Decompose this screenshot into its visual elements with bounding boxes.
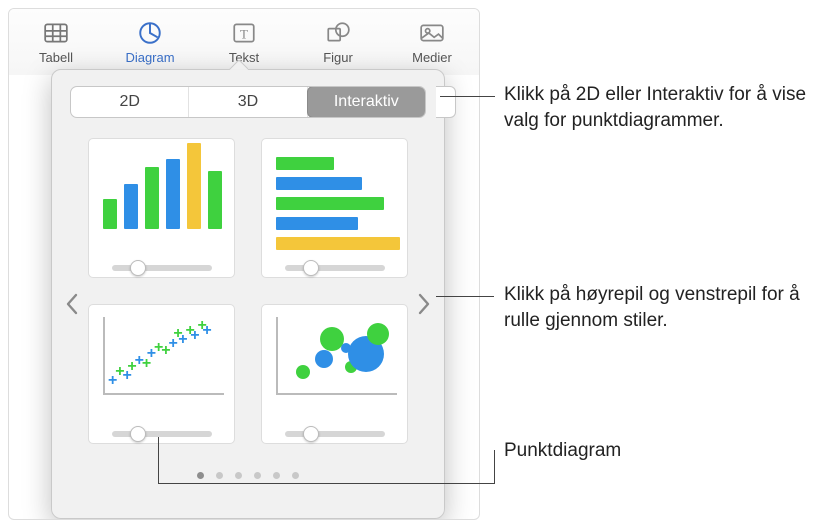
page-dot[interactable]: [235, 472, 242, 479]
toolbar-label: Medier: [412, 50, 452, 65]
toolbar-item-shape[interactable]: Figur: [299, 20, 377, 65]
svg-text:T: T: [240, 26, 248, 41]
toolbar-item-table[interactable]: Tabell: [17, 20, 95, 65]
text-icon: T: [231, 20, 257, 46]
page-dot[interactable]: [292, 472, 299, 479]
scatter-chart-preview: ++++++++++++++++: [89, 305, 234, 425]
toolbar-label: Diagram: [125, 50, 174, 65]
chart-type-segmented: 2D 3D Interaktiv: [70, 86, 426, 118]
page-dot[interactable]: [197, 472, 204, 479]
callout-segmented: Klikk på 2D eller Interaktiv for å vise …: [504, 82, 814, 133]
chart-grid-wrap: ++++++++++++++++: [52, 128, 444, 452]
preview-slider[interactable]: [262, 259, 407, 277]
callout-scatter: Punktdiagram: [504, 438, 621, 464]
prev-style-arrow[interactable]: [58, 284, 86, 324]
page-dot[interactable]: [254, 472, 261, 479]
chevron-right-icon: [417, 293, 431, 315]
preview-slider[interactable]: [89, 425, 234, 443]
chart-popover: 2D 3D Interaktiv: [51, 69, 445, 519]
callout-line: [158, 437, 159, 483]
toolbar-label: Figur: [323, 50, 353, 65]
next-style-arrow[interactable]: [410, 284, 438, 324]
chart-icon: [137, 20, 163, 46]
bubble-chart-preview: [262, 305, 407, 425]
chart-option-column[interactable]: [88, 138, 235, 278]
chart-option-bubble[interactable]: [261, 304, 408, 444]
chevron-left-icon: [65, 293, 79, 315]
segmented-overflow: [436, 86, 456, 118]
segment-2d[interactable]: 2D: [71, 87, 189, 117]
chart-option-bar[interactable]: [261, 138, 408, 278]
table-icon: [43, 20, 69, 46]
page-dot[interactable]: [273, 472, 280, 479]
preview-slider[interactable]: [262, 425, 407, 443]
popover-arrow: [228, 60, 248, 70]
toolbar-item-text[interactable]: T Tekst: [205, 20, 283, 65]
callout-line: [440, 96, 495, 97]
segment-3d[interactable]: 3D: [189, 87, 307, 117]
segment-interactive[interactable]: Interaktiv: [307, 86, 426, 118]
bar-chart-preview: [262, 139, 407, 259]
column-chart-preview: [89, 139, 234, 259]
callout-arrows: Klikk på høyrepil og venstrepil for å ru…: [504, 282, 804, 333]
page-dot[interactable]: [216, 472, 223, 479]
page-dots: [52, 472, 444, 479]
chart-option-scatter[interactable]: ++++++++++++++++: [88, 304, 235, 444]
toolbar-label: Tabell: [39, 50, 73, 65]
chart-grid: ++++++++++++++++: [88, 138, 408, 444]
callout-line: [158, 483, 494, 484]
app-window: Tabell Diagram T Tekst Figur Medier 2D 3…: [8, 8, 480, 520]
toolbar-item-chart[interactable]: Diagram: [111, 20, 189, 65]
callout-line: [494, 450, 495, 484]
preview-slider[interactable]: [89, 259, 234, 277]
callout-line: [436, 296, 494, 297]
toolbar-item-media[interactable]: Medier: [393, 20, 471, 65]
shape-icon: [325, 20, 351, 46]
media-icon: [419, 20, 445, 46]
